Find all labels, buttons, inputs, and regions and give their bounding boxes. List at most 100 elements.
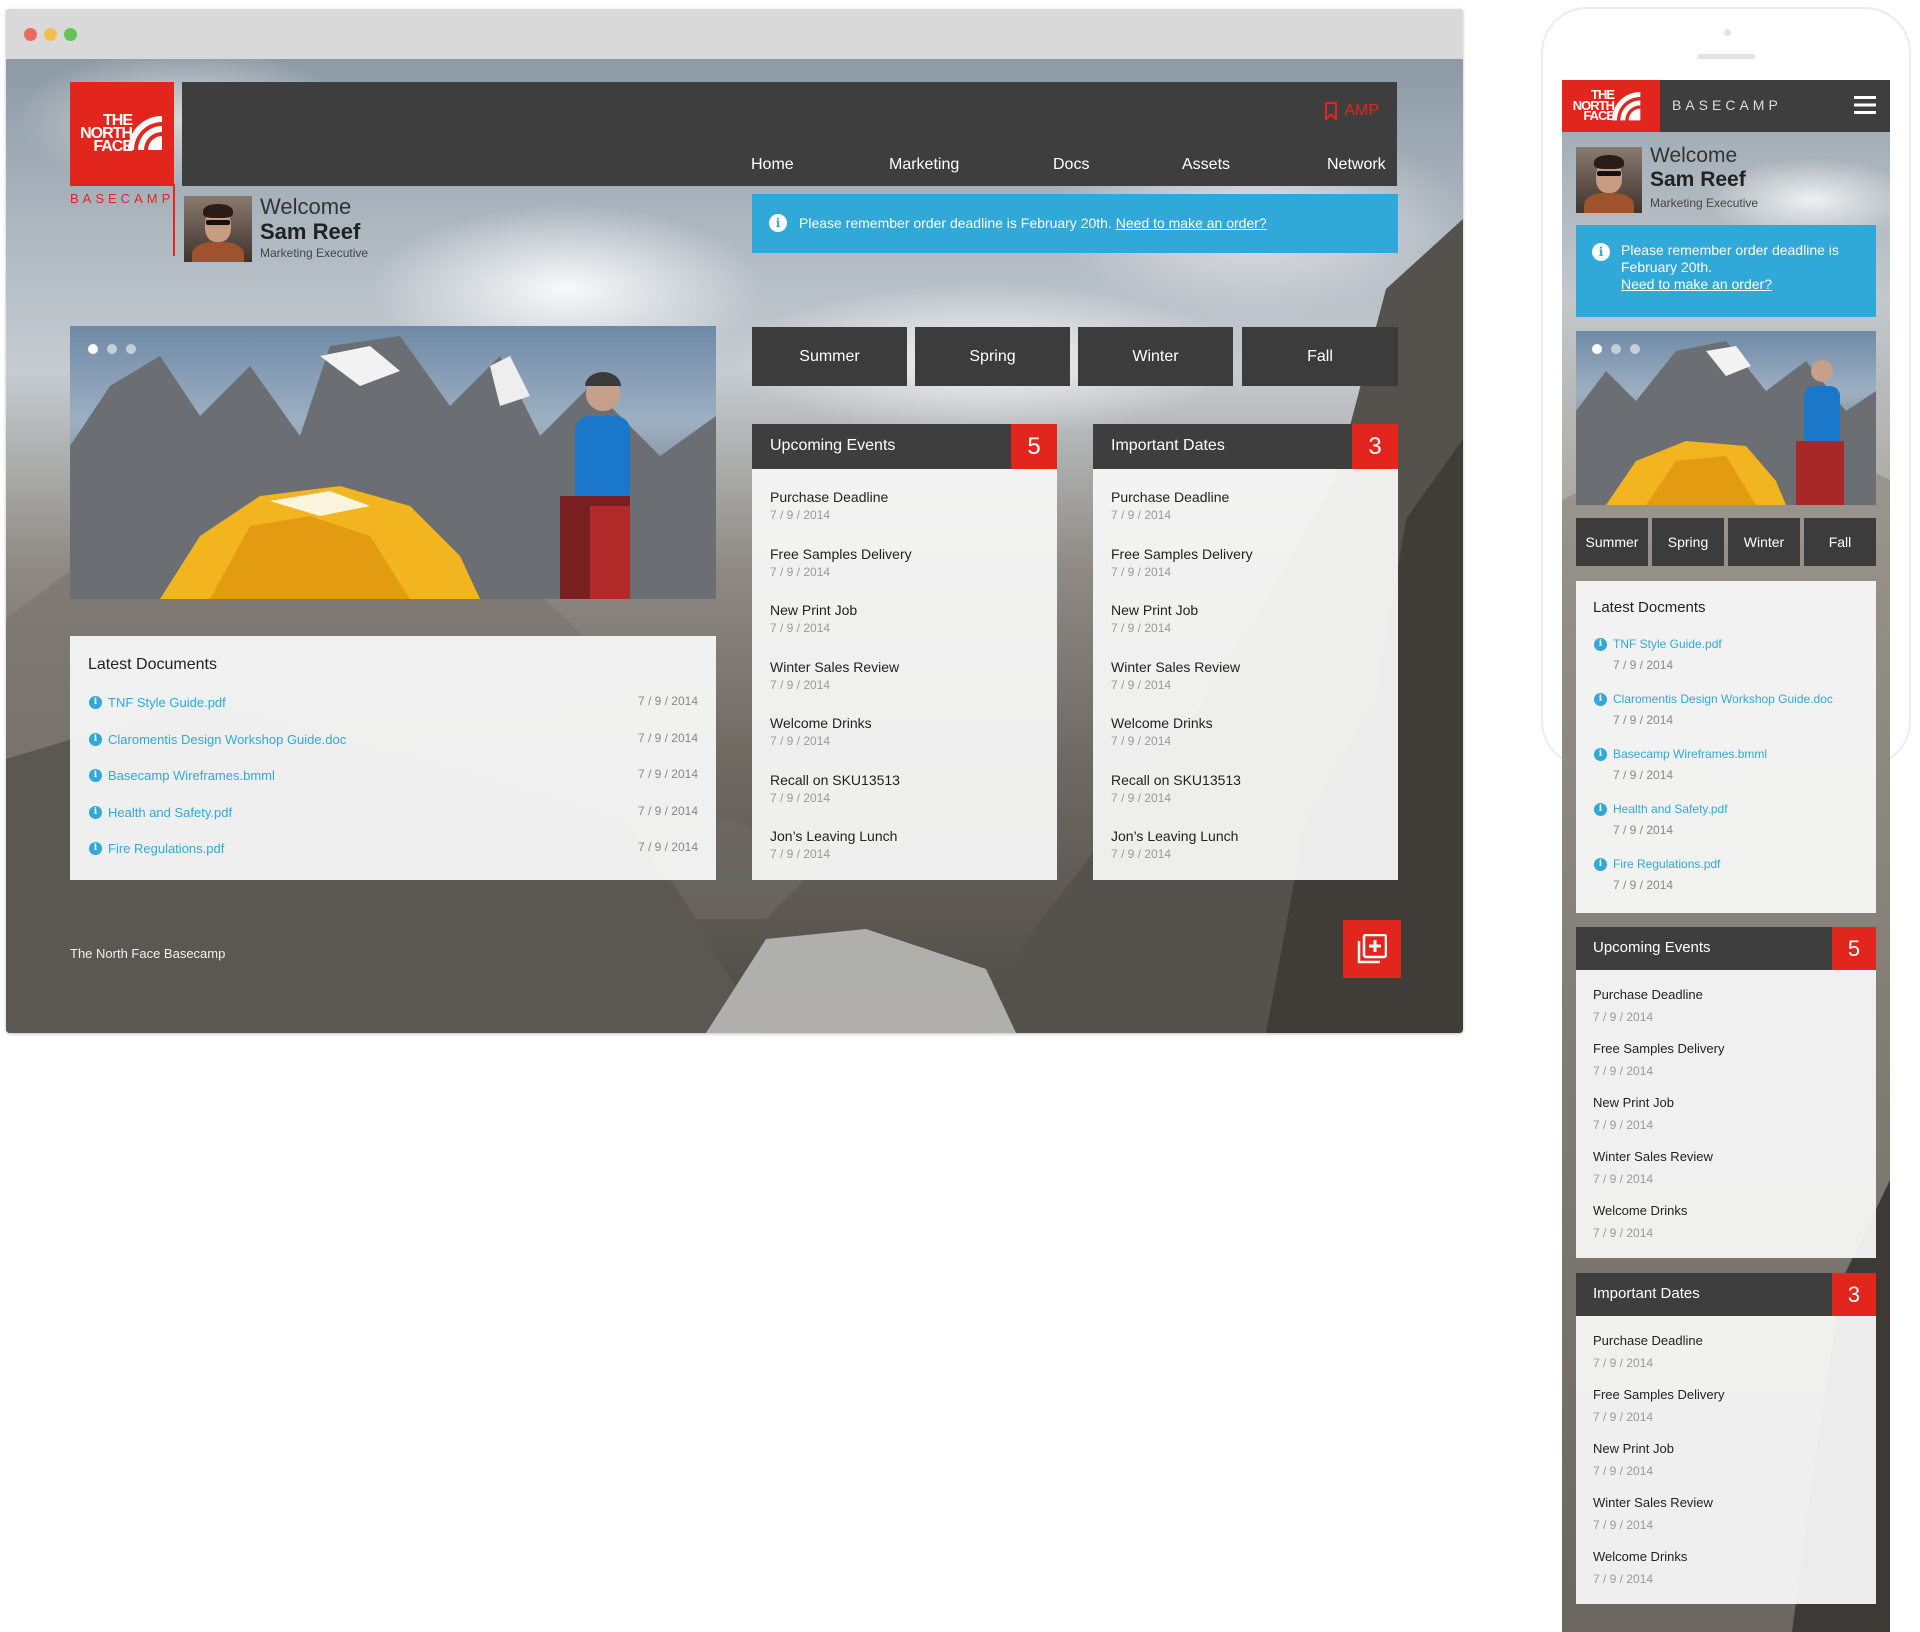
upcoming-event-title[interactable]: Free Samples Delivery — [770, 546, 912, 562]
upcoming-event-date: 7 / 9 / 2014 — [770, 790, 831, 805]
mobile-important-dates-count-badge: 3 — [1832, 1273, 1876, 1316]
close-window-button[interactable] — [24, 28, 37, 41]
carousel-dot-1[interactable] — [88, 344, 98, 354]
important-event-date: 7 / 9 / 2014 — [1111, 677, 1172, 692]
mobile-upcoming-event-date: 7 / 9 / 2014 — [1593, 1226, 1654, 1240]
mobile-info-icon: i — [1594, 748, 1607, 761]
upcoming-event-title[interactable]: Recall on SKU13513 — [770, 772, 900, 788]
important-event-title[interactable]: Welcome Drinks — [1111, 715, 1213, 731]
mobile-upcoming-event-title[interactable]: Purchase Deadline — [1593, 987, 1703, 1002]
hamburger-menu-icon[interactable] — [1854, 96, 1876, 114]
nav-marketing[interactable]: Marketing — [889, 156, 959, 174]
latest-documents-title: Latest Documents — [88, 656, 217, 673]
mobile-important-event-date: 7 / 9 / 2014 — [1593, 1356, 1654, 1370]
mobile-important-event-title[interactable]: Purchase Deadline — [1593, 1333, 1703, 1348]
important-event-date: 7 / 9 / 2014 — [1111, 621, 1172, 635]
mobile-document-link[interactable]: TNF Style Guide.pdf — [1613, 637, 1722, 651]
nav-home[interactable]: Home — [751, 156, 794, 174]
mobile-upcoming-event-title[interactable]: Free Samples Delivery — [1593, 1041, 1725, 1056]
minimize-window-button[interactable] — [44, 28, 57, 41]
important-event-title[interactable]: Winter Sales Review — [1111, 659, 1240, 675]
upcoming-event-date: 7 / 9 / 2014 — [770, 677, 831, 692]
mobile-important-event-date: 7 / 9 / 2014 — [1593, 1410, 1654, 1424]
nav-network[interactable]: Network — [1327, 156, 1386, 174]
nav-assets[interactable]: Assets — [1182, 156, 1230, 174]
nav-docs[interactable]: Docs — [1053, 156, 1089, 174]
mobile-basecamp-label: BASECAMP — [1672, 97, 1782, 113]
mobile-make-order-link[interactable]: Need to make an order? — [1621, 276, 1772, 292]
important-event-title[interactable]: Free Samples Delivery — [1111, 546, 1253, 562]
mobile-user-avatar[interactable] — [1576, 147, 1642, 213]
mobile-info-icon: i — [1594, 858, 1607, 871]
important-event-title[interactable]: Purchase Deadline — [1111, 489, 1229, 505]
tnf-logo[interactable]: THE NORTH FACE — [70, 82, 174, 186]
add-document-button[interactable] — [1343, 920, 1401, 978]
upcoming-event-date: 7 / 9 / 2014 — [770, 508, 831, 522]
mobile-hero-image — [1576, 341, 1876, 505]
mobile-upcoming-event-title[interactable]: New Print Job — [1593, 1095, 1674, 1110]
mobile-important-event-title[interactable]: Free Samples Delivery — [1593, 1387, 1725, 1402]
user-name: Sam Reef — [260, 219, 361, 244]
mobile-season-button-spring[interactable]: Spring — [1652, 518, 1724, 566]
mobile-document-date: 7 / 9 / 2014 — [1613, 768, 1674, 782]
user-avatar[interactable] — [184, 196, 252, 262]
hero-carousel[interactable] — [70, 326, 716, 599]
mobile-info-icon: i — [1594, 638, 1607, 651]
mobile-hero-carousel[interactable] — [1576, 331, 1876, 505]
important-event-title[interactable]: Jon’s Leaving Lunch — [1111, 828, 1238, 844]
mobile-document-link[interactable]: Claromentis Design Workshop Guide.doc — [1613, 692, 1833, 706]
upcoming-event-title[interactable]: New Print Job — [770, 602, 857, 618]
season-button-spring[interactable]: Spring — [915, 327, 1070, 386]
season-button-winter[interactable]: Winter — [1078, 327, 1233, 386]
important-event-title[interactable]: Recall on SKU13513 — [1111, 772, 1241, 788]
phone-camera — [1724, 29, 1731, 36]
info-icon: i — [89, 769, 102, 782]
carousel-dot-3[interactable] — [126, 344, 136, 354]
document-link[interactable]: Basecamp Wireframes.bmml — [108, 768, 275, 783]
mobile-important-dates-title: Important Dates — [1593, 1285, 1700, 1302]
bookmark-icon — [1325, 102, 1338, 120]
mobile-document-date: 7 / 9 / 2014 — [1613, 713, 1674, 727]
important-dates-header: Important Dates 3 — [1093, 424, 1398, 469]
mobile-upcoming-event-title[interactable]: Welcome Drinks — [1593, 1203, 1687, 1218]
document-link[interactable]: Fire Regulations.pdf — [108, 841, 224, 856]
mobile-user-name: Sam Reef — [1650, 168, 1746, 191]
upcoming-event-title[interactable]: Purchase Deadline — [770, 489, 888, 505]
upcoming-event-title[interactable]: Welcome Drinks — [770, 715, 872, 731]
important-dates-panel: Important Dates 3 Purchase Deadline 7 / 9… — [1093, 424, 1398, 880]
amp-bookmark-link[interactable]: AMP — [1324, 102, 1379, 120]
mobile-upcoming-event-title[interactable]: Winter Sales Review — [1593, 1149, 1713, 1164]
info-icon: i — [89, 696, 102, 709]
carousel-dot-2[interactable] — [107, 344, 117, 354]
document-link[interactable]: TNF Style Guide.pdf — [108, 695, 226, 710]
important-event-title[interactable]: New Print Job — [1111, 602, 1198, 618]
make-order-link[interactable]: Need to make an order? — [1116, 215, 1267, 231]
mobile-carousel-dot-1[interactable] — [1592, 344, 1602, 354]
mobile-important-event-date: 7 / 9 / 2014 — [1593, 1572, 1654, 1586]
info-icon: i — [89, 732, 102, 746]
document-link[interactable]: Health and Safety.pdf — [108, 805, 232, 820]
mobile-carousel-dot-3[interactable] — [1630, 344, 1640, 354]
document-link[interactable]: Claromentis Design Workshop Guide.doc — [108, 732, 346, 747]
mobile-important-event-title[interactable]: Winter Sales Review — [1593, 1495, 1713, 1510]
order-deadline-alert: i Please remember order deadline is Febr… — [752, 194, 1398, 253]
mobile-carousel-dot-2[interactable] — [1611, 344, 1621, 354]
upcoming-event-date: 7 / 9 / 2014 — [770, 564, 831, 579]
mobile-season-button-winter[interactable]: Winter — [1728, 518, 1800, 566]
season-button-fall[interactable]: Fall — [1242, 327, 1398, 386]
mobile-season-button-summer[interactable]: Summer — [1576, 518, 1648, 566]
mobile-upcoming-events-title: Upcoming Events — [1593, 939, 1711, 956]
mobile-document-link[interactable]: Basecamp Wireframes.bmml — [1613, 747, 1767, 761]
stage: THE NORTH FACE BASECAMP AMP Home Marketi… — [0, 0, 1920, 1632]
upcoming-event-title[interactable]: Jon’s Leaving Lunch — [770, 828, 897, 844]
upcoming-event-title[interactable]: Winter Sales Review — [770, 659, 899, 675]
mobile-document-link[interactable]: Fire Regulations.pdf — [1613, 857, 1720, 871]
mobile-tnf-logo[interactable]: THE NORTH FACE — [1562, 80, 1660, 132]
mobile-important-event-title[interactable]: New Print Job — [1593, 1441, 1674, 1456]
upcoming-events-title: Upcoming Events — [770, 437, 896, 454]
maximize-window-button[interactable] — [64, 28, 77, 41]
season-button-summer[interactable]: Summer — [752, 327, 907, 386]
mobile-season-button-fall[interactable]: Fall — [1804, 518, 1876, 566]
mobile-important-event-title[interactable]: Welcome Drinks — [1593, 1549, 1687, 1564]
mobile-document-link[interactable]: Health and Safety.pdf — [1613, 802, 1728, 816]
